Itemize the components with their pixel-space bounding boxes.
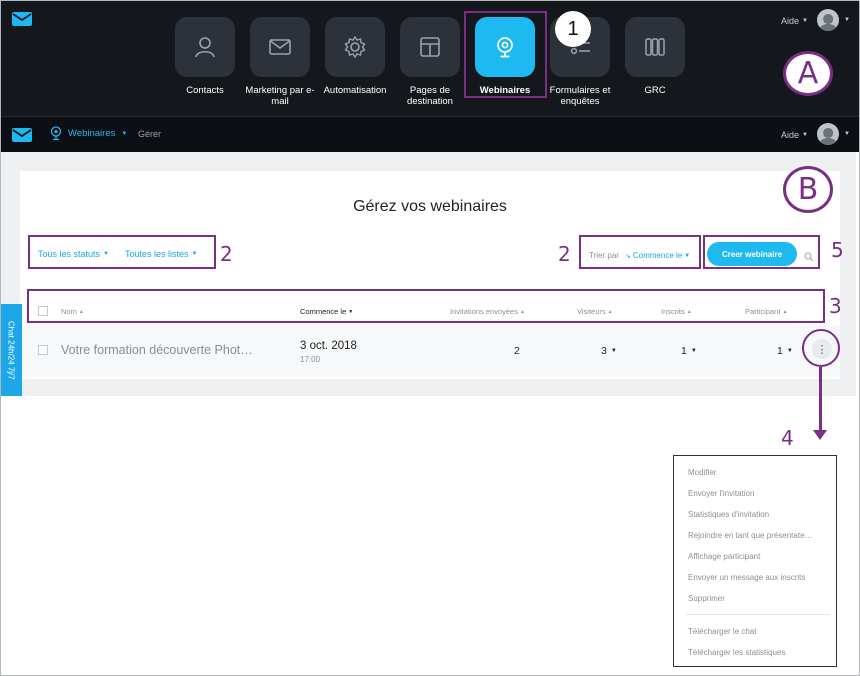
page-title: Gérez vos webinaires [353,198,507,215]
participant-count[interactable]: 1 ▼ [777,345,793,357]
webinar-name[interactable]: Votre formation découverte Phot… [61,343,271,357]
annotation-box-webinars [464,11,547,98]
help-menu[interactable]: Aide ▼ [781,130,808,140]
caret-down-icon: ▼ [690,348,697,354]
visitors-count[interactable]: 3 ▼ [601,345,617,357]
webinar-date: 3 oct. 2018 [300,340,357,352]
sub-navigation: Webinaires ▼ Gérer Aide ▼ ▼ [0,116,860,152]
participant-value: 1 [777,345,783,357]
menu-item-join-presenter[interactable]: Rejoindre en tant que présentate… [688,531,813,540]
annotation-arrow-head [813,430,827,440]
annotation-box-table-header [27,289,825,323]
menu-item-download-chat[interactable]: Télécharger le chat [688,627,756,636]
help-label: Aide [781,16,800,26]
annotation-box-create [703,235,820,269]
app-automation[interactable]: Automatisation [324,17,386,96]
annotation-label-a: A [783,51,833,96]
chat-tab[interactable]: Chat 24h/24 7j/7 [0,304,22,396]
annotation-number-3: 3 [829,294,842,318]
registered-count[interactable]: 1 ▼ [681,345,697,357]
annotation-arrow [819,367,822,431]
avatar[interactable] [817,123,839,145]
menu-item-send-invitation[interactable]: Envoyer l'invitation [688,489,754,498]
webinars-menu-label: Webinaires [68,128,116,139]
app-tile [175,17,235,77]
app-label: GRC [644,85,666,96]
app-tile [250,17,310,77]
app-tile [625,17,685,77]
caret-down-icon: ▼ [610,348,617,354]
app-label: Pages de destination [407,85,453,107]
annotation-badge-1: 1 [555,11,591,47]
menu-item-message-registrants[interactable]: Envoyer un message aux inscrits [688,573,805,582]
caret-down-icon: ▼ [786,348,793,354]
row-checkbox[interactable] [38,345,48,355]
menu-item-invitation-stats[interactable]: Statistiques d'invitation [688,510,769,519]
app-label: Formulaires et enquêtes [549,85,611,107]
manage-link[interactable]: Gérer [138,129,161,139]
menu-item-participant-view[interactable]: Affichage participant [688,552,760,561]
invitations-count: 2 [514,345,520,357]
menu-item-download-stats[interactable]: Télécharger les statistiques [688,648,785,657]
app-label: Marketing par e-mail [245,85,315,107]
chat-tab-label: Chat 24h/24 7j/7 [6,320,16,380]
avatar[interactable] [817,9,839,31]
app-tile [325,17,385,77]
caret-down-icon: ▼ [844,131,850,137]
annotation-number-5: 5 [831,238,844,262]
annotation-box-filters [28,235,216,269]
app-label: Contacts [186,85,224,96]
menu-item-delete[interactable]: Supprimer [688,594,725,603]
menu-divider [686,614,830,615]
annotation-number-2: 2 [558,242,571,266]
caret-down-icon: ▼ [844,17,850,23]
app-contacts[interactable]: Contacts [174,17,236,96]
gear-icon [344,35,366,59]
annotation-number-4: 4 [781,426,794,450]
caret-down-icon: ▼ [802,132,808,138]
annotation-box-sort [579,235,701,269]
webinars-menu[interactable]: Webinaires ▼ [50,126,127,141]
webcam-icon [50,126,62,141]
person-icon [195,37,215,58]
help-label: Aide [781,130,800,140]
envelope-logo-icon[interactable] [12,128,32,142]
caret-down-icon: ▼ [802,18,808,24]
annotation-number-2: 2 [220,242,233,266]
app-email-marketing[interactable]: Marketing par e-mail [245,17,315,107]
caret-down-icon: ▼ [121,130,128,137]
annotation-label-b: B [783,166,833,213]
row-actions-menu: Modifier Envoyer l'invitation Statistiqu… [673,455,837,667]
app-landing-pages[interactable]: Pages de destination [399,17,461,107]
visitors-value: 3 [601,345,607,357]
envelope-icon [269,39,291,55]
app-tile [400,17,460,77]
annotation-circle-actions [802,329,840,367]
app-crm[interactable]: GRC [624,17,686,96]
help-menu[interactable]: Aide ▼ [781,16,808,26]
menu-item-edit[interactable]: Modifier [688,468,716,477]
layout-icon [420,37,440,57]
envelope-logo-icon[interactable] [12,12,32,26]
columns-icon [645,38,665,56]
webinar-time: 17:00 [300,355,321,364]
registered-value: 1 [681,345,687,357]
app-label: Automatisation [323,85,387,96]
